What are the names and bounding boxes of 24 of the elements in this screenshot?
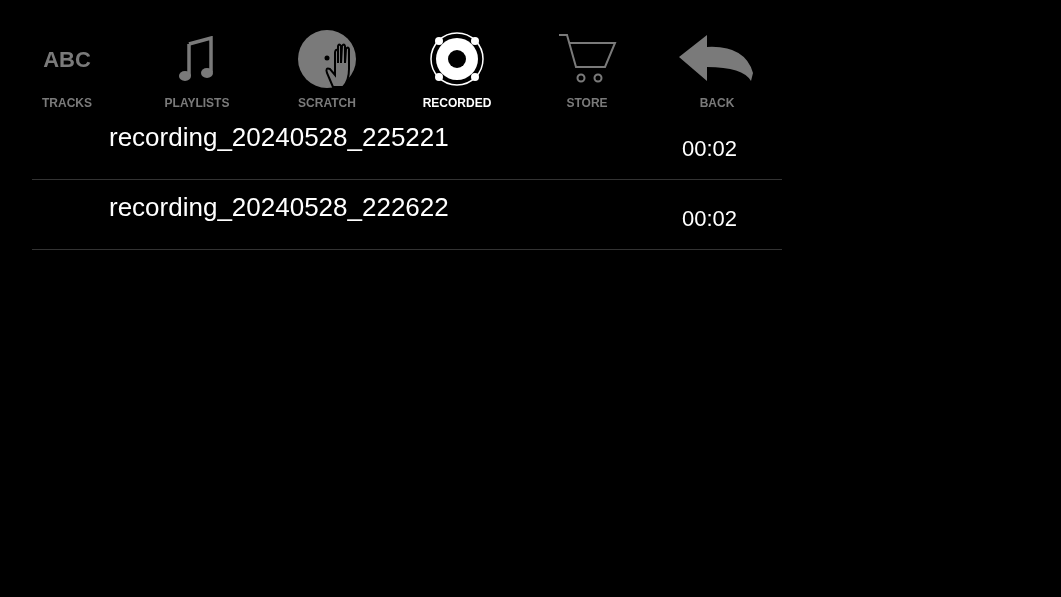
tab-label: BACK xyxy=(699,96,735,110)
shopping-cart-icon xyxy=(557,33,617,85)
tab-label: SCRATCH xyxy=(298,96,356,110)
recording-row[interactable]: recording_20240528_222622 00:02 xyxy=(32,180,782,250)
recording-name: recording_20240528_225221 xyxy=(109,121,450,154)
recording-name: recording_20240528_222622 xyxy=(109,191,450,224)
tab[interactable]: BACK xyxy=(652,18,782,110)
tab-label: PLAYLISTS xyxy=(164,96,230,110)
recording-duration: 00:02 xyxy=(682,135,738,163)
hand-on-disc-icon xyxy=(297,29,357,89)
abc-icon: ABC xyxy=(43,42,91,76)
back-arrow-icon xyxy=(679,35,755,83)
tab[interactable]: PLAYLISTS xyxy=(132,18,262,110)
tab-label: TRACKS xyxy=(42,96,92,110)
speaker-icon xyxy=(427,29,487,89)
recording-row[interactable]: recording_20240528_225221 00:02 xyxy=(32,110,782,180)
recording-duration: 00:02 xyxy=(682,205,738,233)
tab-label: STORE xyxy=(566,96,608,110)
music-note-icon xyxy=(179,36,215,82)
tab[interactable]: STORE xyxy=(522,18,652,110)
tab-label: RECORDED xyxy=(422,96,492,110)
tab[interactable]: SCRATCH xyxy=(262,18,392,110)
tab[interactable]: RECORDED xyxy=(392,18,522,110)
tab[interactable]: ABC TRACKS xyxy=(2,18,132,110)
